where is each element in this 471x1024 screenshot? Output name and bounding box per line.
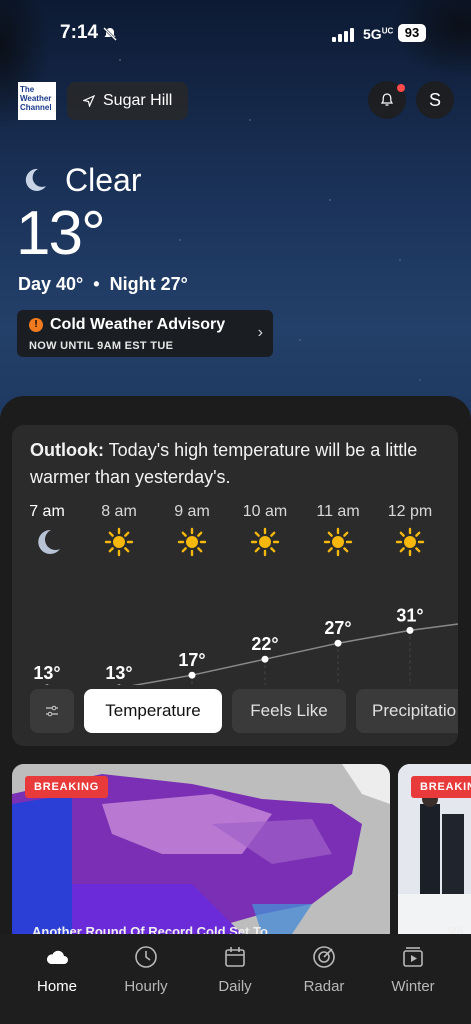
signal-icon — [332, 28, 354, 42]
moon-icon — [25, 168, 46, 191]
outlook-summary: Outlook: Today's high temperature will b… — [30, 440, 418, 487]
news-title: Another Round Of Record Cold Set To — [32, 924, 268, 934]
day-night-temps: Day 40° • Night 27° — [18, 274, 188, 294]
chart-settings-button[interactable] — [30, 689, 74, 733]
tab-feels-like[interactable]: Feels Like — [232, 689, 346, 733]
hour-label: 12 pm — [387, 503, 433, 520]
temperature-point — [406, 626, 414, 634]
temperature-point — [188, 671, 196, 679]
temperature-label: 22° — [251, 634, 278, 654]
tab-temperature[interactable]: Temperature — [84, 689, 222, 733]
weather-channel-logo[interactable]: The Weather Channel — [18, 82, 56, 120]
temperature-label: 13° — [33, 663, 60, 683]
location-selector[interactable]: Sugar Hill — [67, 82, 188, 120]
chevron-right-icon: › — [257, 324, 263, 341]
bell-icon — [380, 93, 394, 106]
sun-icon — [250, 527, 280, 557]
hour-column: 9 am — [162, 503, 222, 562]
hour-label: 11 am — [316, 503, 360, 520]
sliders-icon — [46, 705, 58, 717]
tab-daily[interactable]: Daily — [195, 944, 275, 995]
profile-avatar-button[interactable]: S — [416, 81, 454, 119]
hourly-outlook-card: Outlook: Today's high temperature will b… — [12, 425, 458, 746]
hour-column: 11 am — [308, 503, 368, 562]
breaking-badge: BREAKING — [411, 776, 471, 798]
tab-hourly[interactable]: Hourly — [106, 944, 186, 995]
alert-icon: ! — [29, 318, 43, 332]
temperature-label: 13° — [105, 663, 132, 683]
sun-icon — [395, 527, 425, 557]
hour-label: 10 am — [242, 503, 288, 520]
sun-icon — [104, 527, 134, 557]
hour-label: 7 am — [29, 503, 65, 520]
home-cloud-icon — [46, 950, 68, 964]
tab-radar[interactable]: Radar — [284, 944, 364, 995]
hour-label: 8 am — [101, 503, 137, 520]
temperature-label: 31° — [396, 605, 423, 625]
temperature-label: 17° — [178, 650, 205, 670]
radar-icon — [313, 946, 335, 968]
notifications-button[interactable] — [368, 81, 406, 119]
tab-home[interactable]: Home — [17, 944, 97, 995]
avatar-initial: S — [428, 89, 441, 110]
notification-dot — [397, 84, 405, 92]
weather-advisory-banner[interactable]: ! Cold Weather Advisory NOW UNTIL 9AM ES… — [17, 310, 273, 357]
tab-precipitation[interactable]: Precipitatio — [356, 689, 458, 733]
temperature-line — [131, 623, 458, 685]
temperature-label: 27° — [324, 618, 351, 638]
hour-label: 9 am — [174, 503, 210, 520]
battery-indicator: 93 — [398, 24, 426, 42]
sun-icon — [177, 527, 207, 557]
news-title: Wi — [448, 924, 464, 934]
temperature-point — [45, 684, 49, 685]
video-icon — [403, 947, 423, 967]
hour-column: 8 am — [89, 503, 149, 562]
temperature-chart: 13° 13° 17° 22° 27° 31° — [33, 605, 458, 685]
temperature-point — [334, 639, 342, 647]
location-arrow-icon — [83, 95, 95, 107]
tab-winter[interactable]: Winter — [373, 944, 453, 995]
news-card[interactable]: BREAKING Another Round Of Record Cold Se… — [12, 764, 390, 934]
moon-icon — [38, 529, 60, 554]
clock-icon — [135, 946, 157, 968]
hour-column: 7 am — [17, 503, 77, 562]
calendar-icon — [225, 947, 245, 967]
status-time: 7:14 — [60, 22, 99, 43]
hour-column: 12 pm — [380, 503, 440, 562]
temperature-point — [261, 655, 269, 663]
advisory-title: Cold Weather Advisory — [50, 316, 226, 333]
current-temperature: 13° — [16, 199, 106, 268]
advisory-subtitle: NOW UNTIL 9AM EST TUE — [29, 340, 174, 352]
condition-text: Clear — [65, 162, 142, 198]
sun-icon — [323, 527, 353, 557]
network-label: 5GUC — [363, 26, 394, 42]
status-bar: 7:14 5GUC 93 — [0, 22, 471, 46]
temperature-point — [117, 684, 121, 685]
news-card-secondary[interactable]: BREAKING Wi — [398, 764, 471, 934]
hour-column: 10 am — [235, 503, 295, 562]
silent-mode-icon — [103, 27, 117, 41]
bottom-tab-bar: Home Hourly Daily Radar Winter — [0, 934, 471, 1024]
breaking-badge: BREAKING — [25, 776, 109, 798]
chart-metric-tabs: Temperature Feels Like Precipitatio — [30, 689, 458, 733]
location-name: Sugar Hill — [103, 92, 173, 109]
